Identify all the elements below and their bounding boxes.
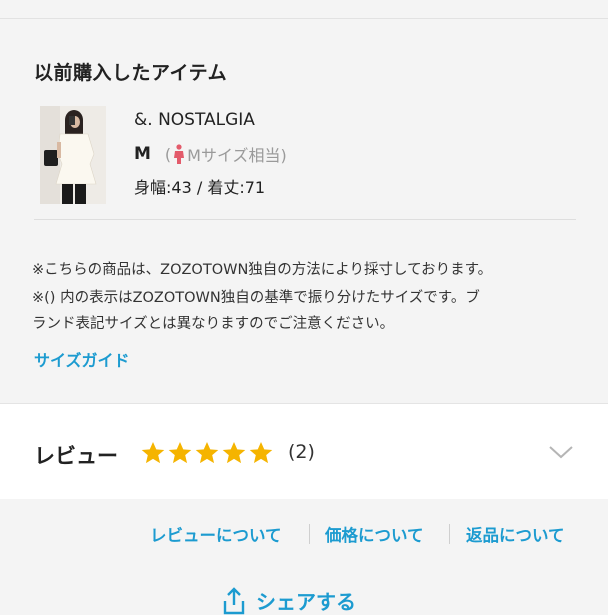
size-equivalent-note: ( Mサイズ相当) — [165, 142, 287, 166]
person-icon — [174, 144, 185, 164]
purchased-items-title: 以前購入したアイテム — [34, 62, 228, 84]
size-note-line1: ※() 内の表示はZOZOTOWN独自の基準で振り分けたサイズです。ブ — [32, 290, 480, 306]
star-icon — [195, 441, 219, 464]
star-icon — [168, 441, 192, 464]
star-icon — [249, 441, 273, 464]
size-note-text: Mサイズ相当) — [187, 146, 287, 165]
review-about-link[interactable]: レビューについて — [150, 522, 282, 546]
link-separator — [309, 524, 310, 544]
price-about-link[interactable]: 価格について — [325, 522, 424, 546]
link-separator — [449, 524, 450, 544]
review-count: (2) — [288, 441, 315, 463]
share-button[interactable]: シェアする — [222, 586, 356, 615]
item-brand: &. NOSTALGIA — [134, 110, 255, 130]
item-size-line: M ( Mサイズ相当) — [134, 142, 287, 166]
review-panel[interactable]: レビュー (2) — [0, 403, 608, 499]
measurement-note: ※こちらの商品は、ZOZOTOWN独自の方法により採寸しております。 — [32, 262, 493, 278]
item-thumbnail[interactable] — [40, 106, 106, 204]
chevron-down-icon[interactable] — [548, 444, 574, 460]
review-label: レビュー — [34, 444, 118, 468]
item-divider — [34, 219, 576, 220]
size-note-line2: ランド表記サイズとは異なりますのでご注意ください。 — [32, 316, 395, 332]
return-about-link[interactable]: 返品について — [466, 522, 565, 546]
size-guide-link[interactable]: サイズガイド — [34, 347, 130, 371]
size-note-open-paren: ( — [164, 144, 172, 164]
top-divider — [0, 18, 608, 19]
review-stars — [140, 440, 274, 466]
item-photo — [40, 106, 106, 204]
star-icon — [141, 441, 165, 464]
item-measurements: 身幅:43 / 着丈:71 — [134, 178, 266, 197]
share-label: シェアする — [256, 590, 356, 614]
star-icon — [222, 441, 246, 464]
item-size: M — [134, 144, 151, 164]
share-icon — [223, 586, 245, 614]
